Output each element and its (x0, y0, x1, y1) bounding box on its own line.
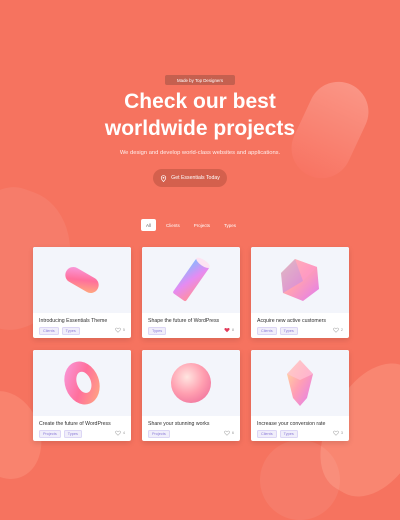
get-essentials-button[interactable]: Get Essentials Today (153, 169, 227, 187)
like-button[interactable]: 4 (115, 430, 125, 436)
hero-badge: Made by Top Designers (165, 75, 235, 85)
filter-tab-projects[interactable]: Projects (190, 219, 214, 231)
project-card[interactable]: Acquire new active customers Clients Typ… (251, 247, 349, 338)
capsule-shape-icon (65, 267, 99, 293)
tag-clients[interactable]: Clients (257, 327, 277, 335)
project-title[interactable]: Acquire new active customers (257, 318, 326, 324)
like-button[interactable]: 6 (224, 430, 234, 436)
project-thumbnail (142, 247, 240, 313)
project-thumbnail (251, 247, 349, 313)
tag-types[interactable]: Types (279, 327, 298, 335)
filter-tab-all[interactable]: All (141, 219, 157, 231)
location-pin-icon (161, 174, 167, 182)
cta-label: Get Essentials Today (171, 175, 220, 181)
filter-tab-types[interactable]: Types (220, 219, 240, 231)
heart-filled-icon (224, 327, 230, 333)
project-title[interactable]: Introducing Essentials Theme (39, 318, 107, 324)
tag-types[interactable]: Types (148, 327, 167, 335)
heart-outline-icon (333, 430, 339, 436)
like-count: 6 (231, 431, 234, 435)
hero-subtitle: We design and develop world-class websit… (119, 150, 281, 156)
hero-title-line1: Check our best (124, 90, 276, 113)
tag-types[interactable]: Types (61, 327, 80, 335)
heart-outline-icon (333, 327, 339, 333)
project-title[interactable]: Create the future of WordPress (39, 421, 111, 427)
project-thumbnail (33, 247, 131, 313)
tag-projects[interactable]: Projects (148, 430, 170, 438)
decorative-blob (260, 440, 340, 520)
cylinder-shape-icon (173, 257, 210, 302)
tag-types[interactable]: Types (63, 430, 82, 438)
project-title[interactable]: Shape the future of WordPress (148, 318, 219, 324)
project-title[interactable]: Share your stunning works (148, 421, 209, 427)
tag-clients[interactable]: Clients (39, 327, 59, 335)
like-button[interactable]: 3 (333, 430, 343, 436)
project-title[interactable]: Increase your conversion rate (257, 421, 325, 427)
tag-types[interactable]: Types (279, 430, 298, 438)
gem-shape-icon (287, 360, 313, 406)
like-count: 5 (122, 328, 125, 332)
hero-title-line2: worldwide projects (104, 117, 296, 140)
like-count: 8 (231, 328, 234, 332)
project-card[interactable]: Increase your conversion rate Clients Ty… (251, 350, 349, 441)
project-card[interactable]: Introducing Essentials Theme Clients Typ… (33, 247, 131, 338)
filter-tab-clients[interactable]: Clients (162, 219, 184, 231)
filter-tabs: All Clients Projects Types (141, 219, 240, 231)
tag-clients[interactable]: Clients (257, 430, 277, 438)
project-card[interactable]: Share your stunning works Projects 6 (142, 350, 240, 441)
project-thumbnail (33, 350, 131, 416)
like-button[interactable]: 8 (224, 327, 234, 333)
project-card[interactable]: Create the future of WordPress Projects … (33, 350, 131, 441)
like-count: 3 (340, 431, 343, 435)
like-count: 2 (340, 328, 343, 332)
torus-shape-icon (64, 361, 100, 405)
like-count: 4 (122, 431, 125, 435)
heart-outline-icon (115, 430, 121, 436)
like-button[interactable]: 2 (333, 327, 343, 333)
heart-outline-icon (115, 327, 121, 333)
hero-title: Check our best worldwide projects (0, 88, 400, 142)
project-thumbnail (251, 350, 349, 416)
project-card[interactable]: Shape the future of WordPress Types 8 (142, 247, 240, 338)
heart-outline-icon (224, 430, 230, 436)
polyhedron-shape-icon (281, 259, 319, 301)
tag-projects[interactable]: Projects (39, 430, 61, 438)
sphere-shape-icon (171, 363, 211, 403)
like-button[interactable]: 5 (115, 327, 125, 333)
project-thumbnail (142, 350, 240, 416)
